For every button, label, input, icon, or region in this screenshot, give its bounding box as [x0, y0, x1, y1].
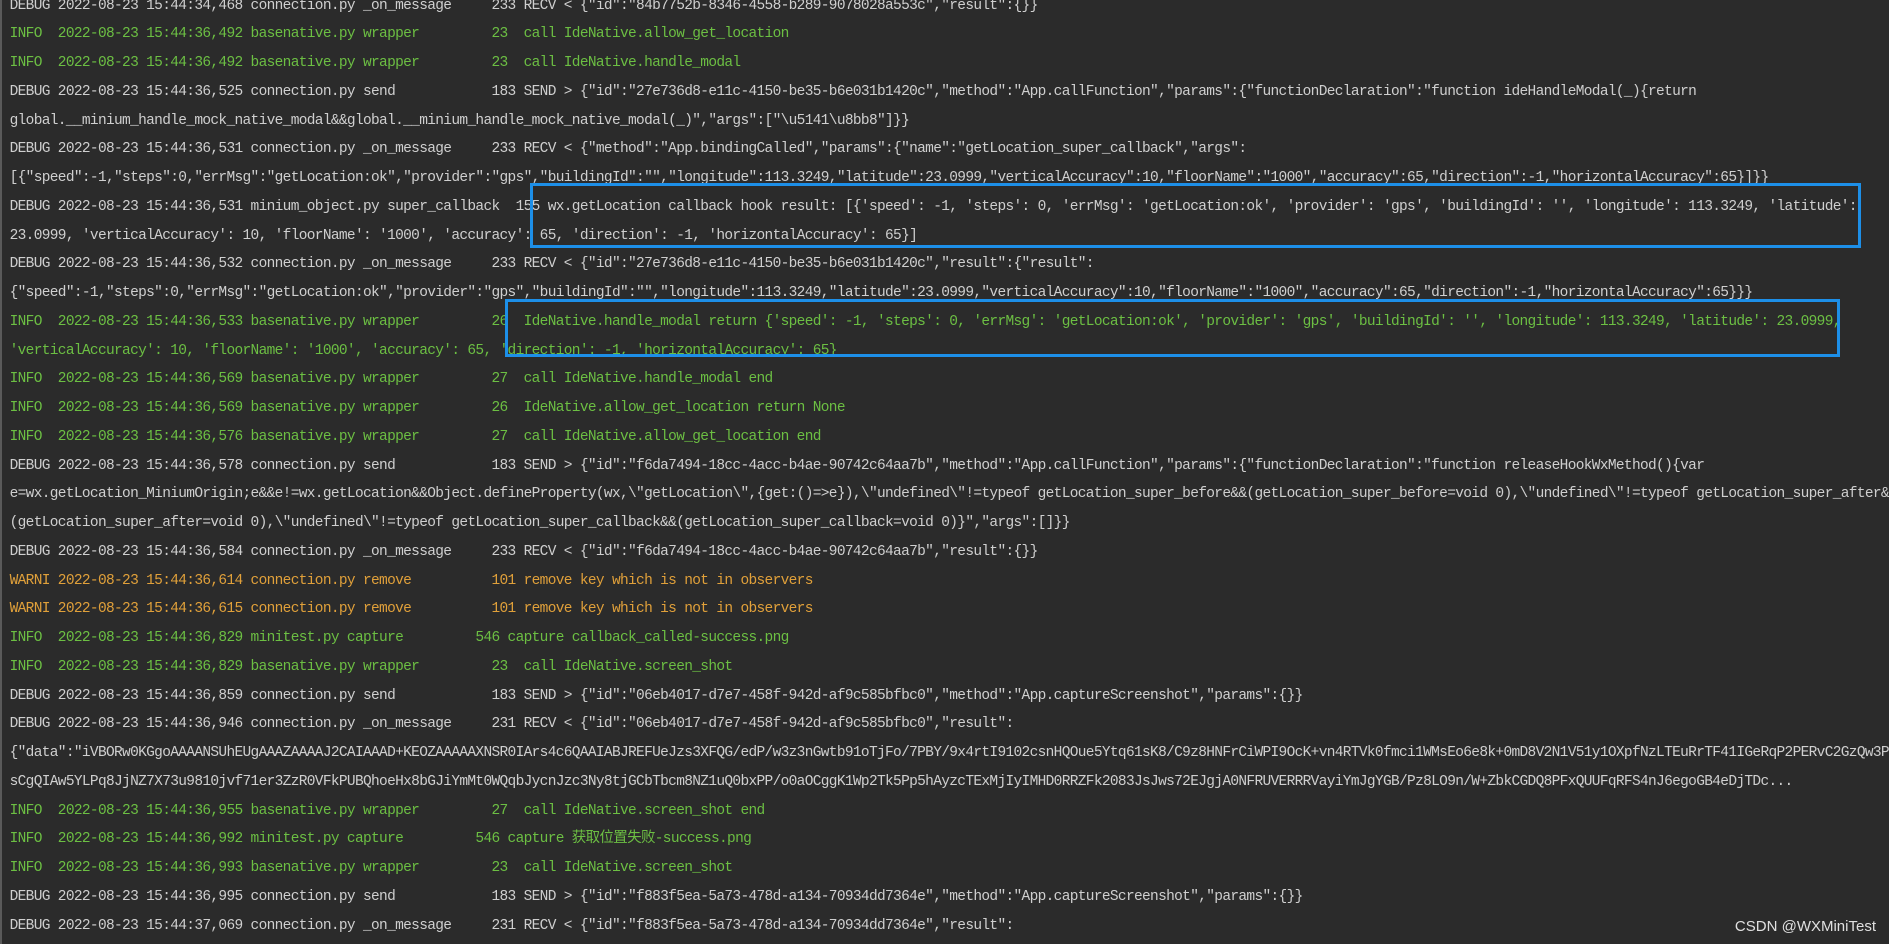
log-line-continuation: {"speed":-1,"steps":0,"errMsg":"getLocat…	[9, 285, 1753, 302]
log-line-info: INFO 2022-08-23 15:44:36,569 basenative.…	[9, 400, 846, 417]
log-line-info: INFO 2022-08-23 15:44:36,576 basenative.…	[9, 428, 822, 445]
log-line-info: INFO 2022-08-23 15:44:36,492 basenative.…	[9, 26, 790, 43]
log-line-debug: DEBUG 2022-08-23 15:44:36,946 connection…	[9, 716, 1015, 733]
log-line-continuation: {"data":"iVBORw0KGgoAAAANSUhEUgAAAZAAAAJ…	[9, 745, 1889, 762]
log-line-info: INFO 2022-08-23 15:44:36,993 basenative.…	[9, 860, 733, 877]
log-line-debug: DEBUG 2022-08-23 15:44:36,531 minium_obj…	[9, 198, 1858, 215]
log-line-continuation: (getLocation_super_after=void 0),\"undef…	[9, 515, 1071, 532]
log-line-warn: WARNI 2022-08-23 15:44:36,615 connection…	[9, 601, 814, 618]
log-line-debug: DEBUG 2022-08-23 15:44:36,859 connection…	[9, 687, 1304, 704]
log-line-info: INFO 2022-08-23 15:44:36,829 minitest.py…	[9, 630, 790, 647]
log-line-debug: DEBUG 2022-08-23 15:44:36,532 connection…	[9, 256, 1095, 273]
log-line-info: INFO 2022-08-23 15:44:36,569 basenative.…	[9, 371, 774, 388]
log-line-debug: DEBUG 2022-08-23 15:44:36,525 connection…	[9, 83, 1697, 100]
log-line-debug: DEBUG 2022-08-23 15:44:36,578 connection…	[9, 457, 1705, 474]
log-line-debug: DEBUG 2022-08-23 15:44:34,468 connection…	[9, 0, 1039, 14]
log-line-info: INFO 2022-08-23 15:44:36,492 basenative.…	[9, 55, 742, 72]
log-line-continuation: sCgQIAw5YLPq8JjNZ7X73u9810jvf71er3ZzR0VF…	[9, 773, 1794, 790]
log-line-info: INFO 2022-08-23 15:44:36,992 minitest.py…	[9, 831, 752, 848]
log-line-debug: DEBUG 2022-08-23 15:44:36,995 connection…	[9, 888, 1304, 905]
log-line-debug: DEBUG 2022-08-23 15:44:36,584 connection…	[9, 543, 1039, 560]
log-line-debug: DEBUG 2022-08-23 15:44:37,069 connection…	[9, 917, 1015, 934]
log-console[interactable]: DEBUG 2022-08-23 15:44:34,468 connection…	[0, 0, 1889, 942]
log-line-continuation: global.__minium_handle_mock_native_modal…	[9, 112, 910, 129]
log-line-continuation: e=wx.getLocation_MiniumOrigin;e&&e!=wx.g…	[9, 486, 1889, 503]
log-line-continuation: 'verticalAccuracy': 10, 'floorName': '10…	[9, 342, 838, 359]
log-line-debug: DEBUG 2022-08-23 15:44:36,531 connection…	[9, 141, 1248, 158]
log-line-info: INFO 2022-08-23 15:44:36,533 basenative.…	[9, 313, 1842, 330]
log-line-info: INFO 2022-08-23 15:44:36,829 basenative.…	[9, 658, 733, 675]
log-line-warn: WARNI 2022-08-23 15:44:36,614 connection…	[9, 572, 814, 589]
log-console-window: DEBUG 2022-08-23 15:44:34,468 connection…	[0, 0, 1889, 944]
log-line-info: INFO 2022-08-23 15:44:36,955 basenative.…	[9, 802, 766, 819]
watermark: CSDN @WXMiniTest	[1734, 918, 1876, 935]
log-line-continuation: 23.0999, 'verticalAccuracy': 10, 'floorN…	[9, 227, 918, 244]
log-line-continuation: [{"speed":-1,"steps":0,"errMsg":"getLoca…	[9, 170, 1770, 187]
